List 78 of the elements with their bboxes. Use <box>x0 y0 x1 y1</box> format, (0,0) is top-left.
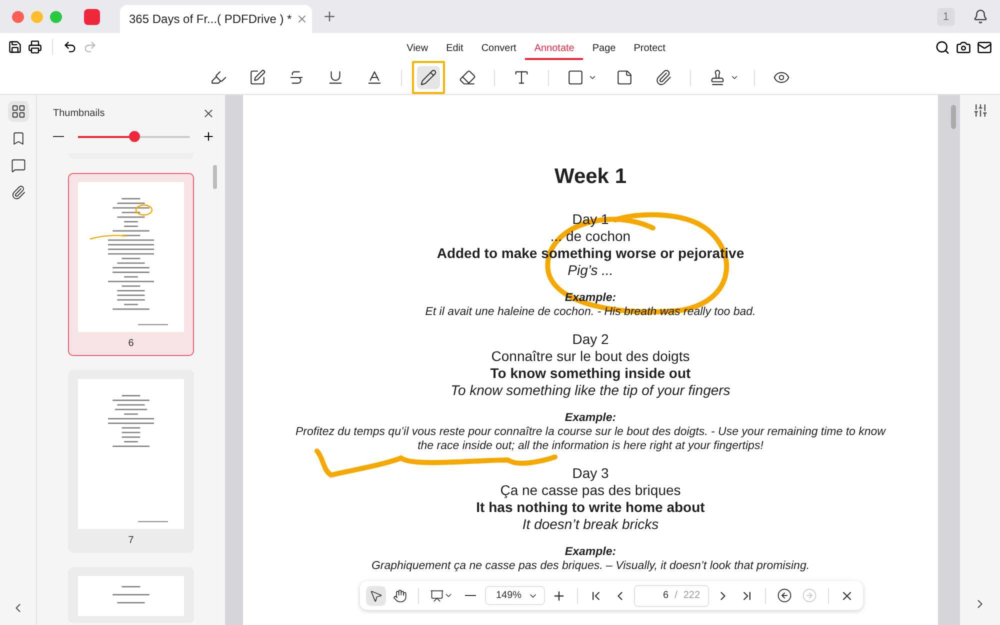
document-text: Example: <box>564 411 616 425</box>
scrollbar-thumb[interactable] <box>951 105 956 129</box>
paperclip-icon <box>655 69 672 86</box>
squiggly-text-icon <box>366 69 383 86</box>
close-icon[interactable] <box>202 107 215 120</box>
menu-tab[interactable]: Annotate <box>525 38 584 60</box>
panel-title: Thumbnails <box>53 108 105 119</box>
mail-icon[interactable] <box>977 40 992 54</box>
cursor-icon <box>369 588 383 602</box>
undo-icon[interactable] <box>63 40 77 54</box>
eraser-icon <box>459 69 476 86</box>
page-thumbnail-card[interactable]: 7 <box>68 370 194 553</box>
stamp-icon <box>709 69 726 86</box>
tab-title: 365 Days of Fr...( PDFDrive ) * <box>129 12 292 26</box>
document-text: To know something inside out <box>490 365 691 382</box>
menu-tab[interactable]: Convert <box>472 38 526 60</box>
document-text: Ça ne casse pas des briques <box>500 482 681 499</box>
zoom-dropdown[interactable]: 149% <box>485 586 545 605</box>
document-text: It has nothing to write home about <box>476 499 705 516</box>
document-text: Day 3 <box>572 465 609 482</box>
menu-tab[interactable]: Protect <box>624 38 674 60</box>
zoom-in-icon[interactable] <box>202 130 215 143</box>
page-number: 7 <box>128 535 134 546</box>
underline-icon <box>327 69 344 86</box>
document-text: Connaître sur le bout des doigts <box>491 348 690 365</box>
highlighter-icon <box>210 69 227 86</box>
sticky-note-icon <box>616 69 633 86</box>
plus-icon <box>552 588 566 602</box>
document-text: To know something like the tip of your fingers <box>450 382 730 399</box>
document-text: ... de cochon <box>550 228 631 245</box>
hand-icon <box>393 588 407 602</box>
paperclip-icon <box>10 185 26 200</box>
caret-icon <box>588 73 597 82</box>
page-thumbnail-card[interactable] <box>68 567 194 623</box>
strikethrough-icon <box>288 69 305 86</box>
caret-icon <box>730 73 739 82</box>
select-tool-button[interactable] <box>366 586 386 606</box>
document-text: It doesn’t break bricks <box>522 516 659 533</box>
page-number-input[interactable]: 6 <box>646 588 669 602</box>
annotation-tool-button[interactable] <box>412 61 445 94</box>
slider-thumb[interactable] <box>129 131 140 142</box>
page-count: 222 <box>683 590 700 601</box>
rectangle-icon <box>567 69 584 86</box>
print-icon[interactable] <box>28 40 42 54</box>
close-window-button[interactable] <box>12 10 24 22</box>
menu-tab[interactable]: View <box>398 38 438 60</box>
text-icon <box>513 69 530 86</box>
bookmark-icon <box>10 131 26 146</box>
document-text: Graphiquement ça ne casse pas des briques. – Visually, it doesn’t look that promising. <box>371 559 810 573</box>
bell-icon[interactable] <box>973 9 988 24</box>
page-number: 6 <box>128 338 134 349</box>
sidebar-panel-button[interactable] <box>8 101 28 122</box>
search-icon[interactable] <box>935 40 950 54</box>
thumbnails-icon <box>10 104 26 119</box>
eye-icon <box>773 69 790 86</box>
close-tab-icon[interactable] <box>296 13 308 25</box>
document-tab[interactable]: 365 Days of Fr...( PDFDrive ) * <box>120 5 312 33</box>
menu-tab[interactable]: Edit <box>437 38 472 60</box>
menu-tab[interactable]: Page <box>583 38 625 60</box>
document-text: Pig’s ... <box>568 262 614 279</box>
camera-icon[interactable] <box>956 40 971 54</box>
presentation-icon <box>430 588 444 602</box>
comment-icon <box>10 158 26 173</box>
page-thumbnail-card[interactable]: 6 <box>68 173 194 356</box>
pencil-icon <box>420 69 437 86</box>
minus-icon <box>465 594 476 596</box>
document-text: Profitez du temps qu’il vous reste pour connaître la course sur le bout des doigts. - Use your remaining time to know the race inside out; all the information is here right at your fingertips! <box>294 425 887 453</box>
settings-sliders-icon[interactable] <box>972 103 988 118</box>
area-edit-icon <box>249 69 266 86</box>
app-logo-icon <box>84 8 100 24</box>
scrollbar-thumb[interactable] <box>213 165 217 189</box>
document-text: Example: <box>564 545 616 559</box>
new-tab-icon[interactable] <box>322 9 337 24</box>
page-heading: Week 1 <box>554 165 626 189</box>
save-icon[interactable] <box>8 40 22 54</box>
caret-icon <box>444 591 453 600</box>
page-separator: / <box>674 590 678 601</box>
document-text: Day 2 <box>572 331 609 348</box>
